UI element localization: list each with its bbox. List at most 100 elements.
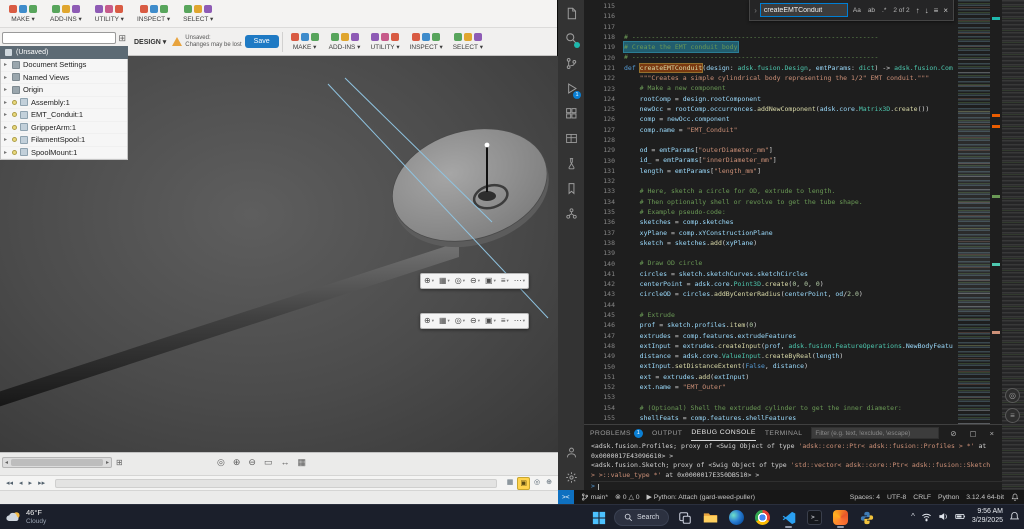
branch-indicator[interactable]: main* (581, 493, 608, 501)
code-line[interactable]: 140 # Draw OD circle (584, 258, 958, 268)
code-line[interactable]: 146 prof = sketch.profiles.item(0) (584, 320, 958, 330)
toolbar-tab-addins[interactable]: ADD-INS ▾ (45, 4, 87, 24)
code-line[interactable]: 118 # -----------------------------------… (584, 32, 958, 42)
chrome-button[interactable] (752, 507, 773, 528)
timeline-play-button[interactable]: ◂ (17, 478, 25, 489)
browser-item-named-views[interactable]: ▸ Named Views (1, 72, 127, 84)
battery-icon[interactable] (955, 511, 966, 522)
toolbar-tab-select[interactable]: SELECT ▾ (448, 32, 488, 52)
toolbar-tab-select[interactable]: SELECT ▾ (178, 4, 218, 24)
expand-caret-icon[interactable]: ▸ (4, 74, 9, 81)
activitybar-run-debug[interactable]: 1 (560, 79, 582, 99)
code-line[interactable]: 137 xyPlane = comp.xYConstructionPlane (584, 228, 958, 238)
minimap-slider[interactable] (958, 110, 990, 314)
grid-icon[interactable]: ⊞ (118, 33, 126, 44)
expand-caret-icon[interactable]: ▸ (4, 111, 9, 118)
code-line[interactable]: 145 # Extrude (584, 310, 958, 320)
python-button[interactable] (856, 507, 877, 528)
browser-item-filamentspool-1[interactable]: ▸ FilamentSpool:1 (1, 134, 127, 147)
debug-console[interactable]: <adsk.fusion.Profiles; proxy of <Swig Ob… (584, 441, 1002, 492)
code-line[interactable]: 121 def createEMTConduit(design: adsk.fus… (584, 63, 958, 73)
code-line[interactable]: 152 ext.name = "EMT_Outer" (584, 382, 958, 392)
design-workspace-dropdown[interactable]: DESIGN ▾ (131, 38, 169, 46)
timeline-tool-button[interactable]: ⊕ (544, 477, 554, 490)
code-line[interactable]: 125 newOcc = rootComp.occurrences.addNew… (584, 104, 958, 114)
taskbar-search[interactable]: Search (614, 509, 670, 526)
timeline-play-button[interactable]: ▸▸ (36, 478, 47, 489)
code-line[interactable]: 131 length = emtParams["length_mm"] (584, 166, 958, 176)
code-line[interactable]: 133 # Here, sketch a circle for OD, extr… (584, 186, 958, 196)
code-editor[interactable]: 115 116 117 118 # --------------------------… (584, 0, 1024, 424)
wifi-icon[interactable] (921, 511, 932, 522)
view-tool-button[interactable]: ▣ ▾ (483, 315, 498, 327)
code-line[interactable]: 154 # (Optional) Shell the extruded cyli… (584, 403, 958, 413)
toolbar-tab-addins[interactable]: ADD-INS ▾ (324, 32, 366, 52)
close-panel-icon[interactable]: × (988, 429, 996, 438)
toolbar-tab-make[interactable]: MAKE ▾ (286, 32, 324, 52)
timeline-track[interactable] (55, 478, 497, 488)
encoding-status[interactable]: UTF-8 (887, 494, 906, 501)
activitybar-organization[interactable] (560, 204, 582, 223)
activitybar-extensions[interactable] (560, 104, 582, 123)
expand-caret-icon[interactable]: ▸ (4, 61, 9, 68)
nav-tool-button[interactable]: ⊕ (231, 456, 243, 468)
view-tool-button[interactable]: ⋯ ▾ (512, 315, 527, 327)
code-line[interactable]: 142 centerPoint = adsk.core.Point3D.crea… (584, 279, 958, 289)
view-tool-button[interactable]: ◎ ▾ (453, 315, 467, 327)
timeline-tool-button[interactable]: ▦ (505, 477, 516, 490)
view-tool-button[interactable]: ≡ ▾ (499, 275, 511, 287)
browser-item-emt-conduit-1[interactable]: ▸ EMT_Conduit:1 (1, 109, 127, 122)
problems-status[interactable]: ⊗ 0 △ 0 (615, 493, 640, 502)
regex-toggle[interactable]: .* (880, 6, 888, 15)
toolbar-tab-inspect[interactable]: INSPECT ▾ (132, 4, 175, 24)
code-line[interactable]: 141 circles = sketch.sketchCurves.sketch… (584, 269, 958, 279)
refresh-icon[interactable]: ◎ (1005, 388, 1020, 403)
code-line[interactable]: 148 extInput = extrudes.createInput(prof… (584, 341, 958, 351)
timeline-tool-button[interactable]: ◎ (532, 477, 542, 490)
activitybar-bookmarks[interactable] (560, 179, 582, 198)
activitybar-source-control[interactable] (560, 54, 582, 73)
panel-tab-output[interactable]: OUTPUT (652, 425, 682, 441)
fusion-button[interactable] (830, 507, 851, 528)
activitybar-search[interactable] (560, 29, 582, 48)
expand-caret-icon[interactable]: ▸ (4, 136, 9, 143)
code-line[interactable]: 126 comp = newOcc.component (584, 114, 958, 124)
code-line[interactable]: 155 shellFeats = comp.features.shellFeat… (584, 413, 958, 423)
browser-header[interactable]: (Unsaved) (0, 46, 128, 59)
find-input[interactable] (759, 3, 848, 17)
view-tool-button[interactable]: ⊕ ▾ (422, 275, 436, 287)
notifications-bell[interactable] (1011, 493, 1019, 501)
code-line[interactable]: 135 # Example pseudo-code: (584, 207, 958, 217)
nav-tool-button[interactable]: ▦ (295, 456, 308, 468)
code-line[interactable]: 149 distance = adsk.core.ValueInput.crea… (584, 351, 958, 361)
code-line[interactable]: 153 (584, 392, 958, 402)
browser-scrollbar[interactable]: ◂ ▸ (2, 457, 112, 468)
clear-console-icon[interactable]: ⊘ (948, 429, 958, 438)
code-line[interactable]: 124 rootComp = design.rootComponent (584, 94, 958, 104)
code-line[interactable]: 117 (584, 22, 958, 32)
minimap[interactable] (958, 0, 990, 424)
code-line[interactable]: 139 (584, 248, 958, 258)
view-tool-button[interactable]: ▦ ▾ (437, 315, 452, 327)
expand-caret-icon[interactable]: ▸ (4, 124, 9, 131)
weather-widget[interactable]: 46°F Cloudy (6, 508, 46, 526)
tray-expand-icon[interactable]: ^ (911, 512, 915, 521)
activitybar-testing[interactable] (560, 154, 582, 173)
visibility-bulb-icon[interactable] (12, 137, 17, 143)
indentation-status[interactable]: Spaces: 4 (850, 494, 880, 501)
browser-item-spoolmount-1[interactable]: ▸ SpoolMount:1 (1, 147, 127, 159)
prev-match-button[interactable]: ↑ (915, 6, 921, 15)
activitybar-explorer[interactable] (560, 4, 582, 23)
list-icon[interactable]: ≡ (1005, 408, 1020, 423)
code-line[interactable]: 127 comp.name = "EMT_Conduit" (584, 125, 958, 135)
nav-tool-button[interactable]: ◎ (215, 456, 227, 468)
notification-bell-icon[interactable] (1009, 511, 1020, 522)
toolbar-tab-inspect[interactable]: INSPECT ▾ (405, 32, 448, 52)
view-tool-button[interactable]: ▦ ▾ (437, 275, 452, 287)
eol-status[interactable]: CRLF (913, 494, 931, 501)
expand-caret-icon[interactable]: ▸ (4, 99, 9, 106)
view-tool-button[interactable]: ⋯ ▾ (512, 275, 527, 287)
code-line[interactable]: 130 id_ = emtParams["innerDiameter_mm"] (584, 155, 958, 165)
maximize-panel-icon[interactable]: ▢ (968, 429, 979, 438)
scrollbar-thumb[interactable] (11, 459, 103, 466)
